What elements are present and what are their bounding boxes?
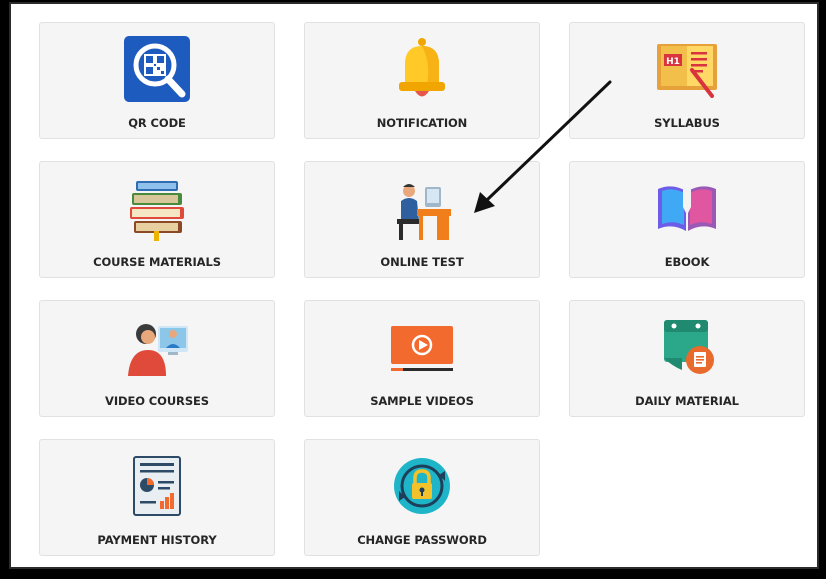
tile-payment-history[interactable]: PAYMENT HISTORY (39, 439, 275, 556)
tile-course-materials[interactable]: COURSE MATERIALS (39, 161, 275, 278)
tile-label: NOTIFICATION (376, 116, 468, 130)
tile-label: PAYMENT HISTORY (97, 533, 217, 547)
tile-daily-material[interactable]: DAILY MATERIAL (569, 300, 805, 417)
tile-notification[interactable]: NOTIFICATION (304, 22, 540, 139)
tile-label: CHANGE PASSWORD (357, 533, 487, 547)
person-at-desk-icon (387, 173, 457, 243)
bell-icon (387, 34, 457, 104)
report-chart-icon (122, 451, 192, 521)
tile-label: DAILY MATERIAL (635, 394, 739, 408)
tile-online-test[interactable]: ONLINE TEST (304, 161, 540, 278)
tile-qr-code[interactable]: QR CODE (39, 22, 275, 139)
screenshot-frame: QR CODE NOTIFICATION H1 SYLLABUS COURSE … (0, 0, 826, 579)
menu-panel: QR CODE NOTIFICATION H1 SYLLABUS COURSE … (9, 2, 819, 569)
tile-sample-videos[interactable]: SAMPLE VIDEOS (304, 300, 540, 417)
tile-label: QR CODE (128, 116, 186, 130)
syllabus-book-icon: H1 (652, 34, 722, 104)
video-player-icon (387, 312, 457, 382)
tile-label: VIDEO COURSES (105, 394, 209, 408)
svg-text:H1: H1 (666, 57, 680, 67)
tile-label: COURSE MATERIALS (93, 255, 221, 269)
tile-label: SAMPLE VIDEOS (370, 394, 474, 408)
tile-syllabus[interactable]: H1 SYLLABUS (569, 22, 805, 139)
tile-label: SYLLABUS (654, 116, 720, 130)
open-book-icon (652, 173, 722, 243)
video-call-icon (122, 312, 192, 382)
tile-label: ONLINE TEST (380, 255, 464, 269)
qr-code-icon (122, 34, 192, 104)
tile-label: EBOOK (664, 255, 710, 269)
books-stack-icon (122, 173, 192, 243)
calendar-document-icon (652, 312, 722, 382)
tile-ebook[interactable]: EBOOK (569, 161, 805, 278)
tile-change-password[interactable]: CHANGE PASSWORD (304, 439, 540, 556)
padlock-refresh-icon (387, 451, 457, 521)
tile-video-courses[interactable]: VIDEO COURSES (39, 300, 275, 417)
